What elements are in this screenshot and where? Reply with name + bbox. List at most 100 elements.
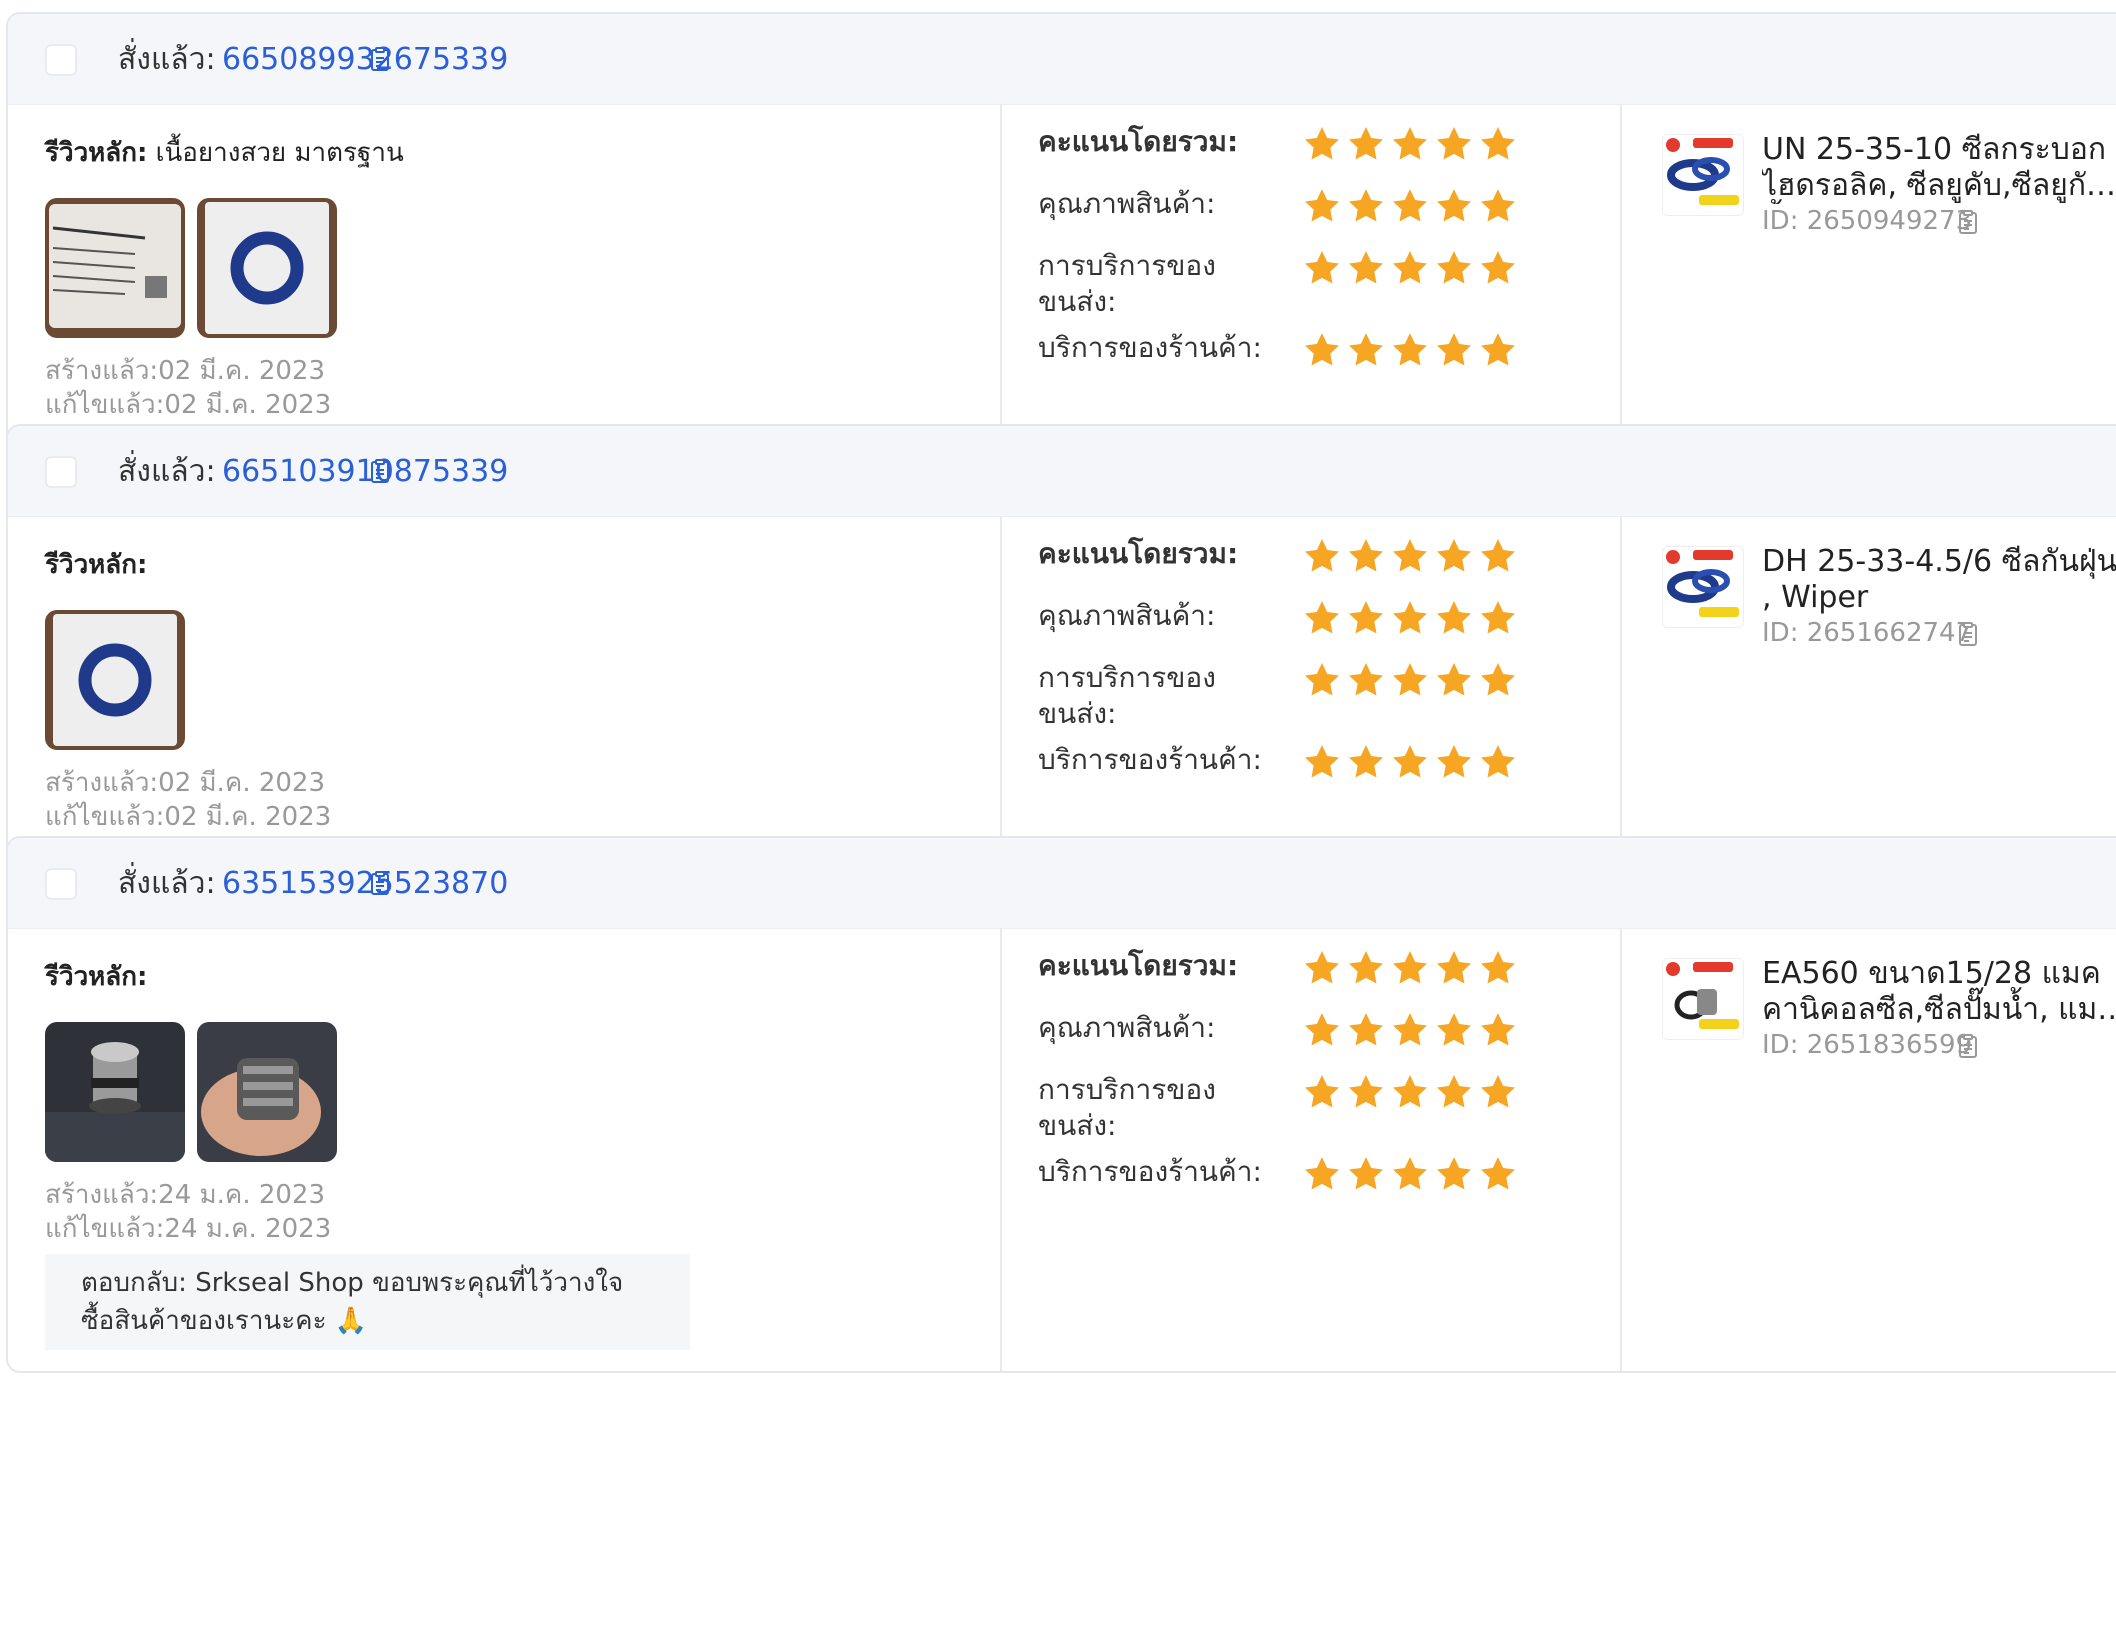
- star-glyph: [1434, 330, 1474, 370]
- star-glyph: [1434, 186, 1474, 226]
- star-rating: [1302, 742, 1518, 782]
- card-header: สั่งแล้ว: 665089932675339: [8, 14, 2116, 105]
- star-icon: [1478, 248, 1518, 288]
- select-checkbox[interactable]: [45, 456, 77, 488]
- product-image[interactable]: [1662, 134, 1744, 216]
- star-icon: [1302, 536, 1342, 576]
- order-label: สั่งแล้ว:: [118, 42, 216, 77]
- star-icon: [1390, 1072, 1430, 1112]
- rating-label: คะแนนโดยรวม:: [1038, 949, 1239, 982]
- star-glyph: [1390, 248, 1430, 288]
- review-image-thumbnail[interactable]: [45, 198, 185, 338]
- review-images: [45, 198, 337, 338]
- star-icon: [1434, 948, 1474, 988]
- star-icon: [1434, 1154, 1474, 1194]
- product-column: EA560 ขนาด15/28 แมคคานิคอลซีล,ซีลปั๊มน้ำ…: [1620, 928, 2116, 1371]
- star-glyph: [1478, 124, 1518, 164]
- star-glyph: [1346, 248, 1386, 288]
- star-glyph: [1390, 1154, 1430, 1194]
- star-glyph: [1346, 1072, 1386, 1112]
- star-rating: [1302, 598, 1518, 638]
- star-rating: [1302, 186, 1518, 226]
- star-icon: [1390, 248, 1430, 288]
- product-id: ID: 2651662747: [1762, 618, 1973, 648]
- star-icon: [1302, 330, 1342, 370]
- copy-product-id-icon[interactable]: [1958, 622, 1980, 648]
- edited-date: แก้ไขแล้ว:02 มี.ค. 2023: [45, 390, 332, 420]
- copy-order-id-icon[interactable]: [370, 871, 396, 901]
- star-icon: [1302, 948, 1342, 988]
- star-icon: [1346, 330, 1386, 370]
- star-icon: [1346, 536, 1386, 576]
- star-glyph: [1302, 124, 1342, 164]
- rating-label: บริการของร้านค้า:: [1038, 743, 1262, 776]
- select-checkbox[interactable]: [45, 868, 77, 900]
- star-glyph: [1346, 1010, 1386, 1050]
- star-glyph: [1478, 248, 1518, 288]
- star-glyph: [1390, 660, 1430, 700]
- select-checkbox[interactable]: [45, 44, 77, 76]
- star-glyph: [1346, 186, 1386, 226]
- copy-icon: [1958, 1034, 1980, 1060]
- star-glyph: [1346, 124, 1386, 164]
- review-image-thumbnail[interactable]: [45, 610, 185, 750]
- star-glyph: [1346, 660, 1386, 700]
- created-date: สร้างแล้ว:24 ม.ค. 2023: [45, 1180, 326, 1210]
- star-icon: [1390, 1010, 1430, 1050]
- star-icon: [1478, 1154, 1518, 1194]
- star-glyph: [1434, 598, 1474, 638]
- order-id-link[interactable]: 635153925523870: [222, 864, 508, 904]
- star-glyph: [1346, 598, 1386, 638]
- star-rating: [1302, 1154, 1518, 1194]
- star-icon: [1478, 536, 1518, 576]
- star-glyph: [1302, 742, 1342, 782]
- product-name-link[interactable]: EA560 ขนาด15/28 แมคคานิคอลซีล,ซีลปั๊มน้ำ…: [1762, 956, 2116, 1028]
- star-glyph: [1434, 536, 1474, 576]
- star-glyph: [1434, 660, 1474, 700]
- copy-order-id-icon[interactable]: [370, 47, 396, 77]
- review-column: รีวิวหลัก: สร้างแล้ว:24 ม.ค. 2023 แก้ไขแล้…: [8, 928, 1000, 1371]
- star-icon: [1390, 742, 1430, 782]
- star-glyph: [1478, 186, 1518, 226]
- product-name-link[interactable]: DH 25-33-4.5/6 ซีลกันฝุ่น , Wiper: [1762, 544, 2116, 616]
- star-rating: [1302, 948, 1518, 988]
- rating-label: การบริการของขนส่ง:: [1038, 661, 1216, 730]
- star-glyph: [1390, 1010, 1430, 1050]
- review-image-thumbnail[interactable]: [197, 198, 337, 338]
- product-name-link[interactable]: UN 25-35-10 ซีลกระบอกไฮดรอลิค, ซีลยูคับ,…: [1762, 132, 2116, 204]
- star-glyph: [1478, 742, 1518, 782]
- star-glyph: [1390, 598, 1430, 638]
- star-glyph: [1478, 330, 1518, 370]
- rating-label: บริการของร้านค้า:: [1038, 1155, 1262, 1188]
- star-icon: [1302, 248, 1342, 288]
- copy-product-id-icon[interactable]: [1958, 1034, 1980, 1060]
- star-icon: [1302, 1072, 1342, 1112]
- star-glyph: [1346, 536, 1386, 576]
- review-images: [45, 1022, 337, 1162]
- star-icon: [1390, 124, 1430, 164]
- star-icon: [1434, 742, 1474, 782]
- star-glyph: [1434, 1154, 1474, 1194]
- order-label: สั่งแล้ว:: [118, 866, 216, 901]
- review-image-thumbnail[interactable]: [197, 1022, 337, 1162]
- star-glyph: [1346, 1154, 1386, 1194]
- star-glyph: [1302, 536, 1342, 576]
- star-icon: [1434, 330, 1474, 370]
- order-id-link[interactable]: 665089932675339: [222, 40, 508, 80]
- main-review: รีวิวหลัก:: [45, 548, 147, 582]
- star-glyph: [1478, 948, 1518, 988]
- main-review: รีวิวหลัก: เนื้อยางสวย มาตรฐาน: [45, 136, 404, 170]
- star-rating: [1302, 1010, 1518, 1050]
- product-image[interactable]: [1662, 546, 1744, 628]
- star-icon: [1390, 536, 1430, 576]
- review-image-thumbnail[interactable]: [45, 1022, 185, 1162]
- product-image[interactable]: [1662, 958, 1744, 1040]
- copy-product-id-icon[interactable]: [1958, 210, 1980, 236]
- rating-label: การบริการของขนส่ง:: [1038, 249, 1216, 318]
- copy-icon: [370, 459, 392, 485]
- copy-order-id-icon[interactable]: [370, 459, 396, 489]
- created-date: สร้างแล้ว:02 มี.ค. 2023: [45, 356, 326, 386]
- card-header: สั่งแล้ว: 665103910875339: [8, 426, 2116, 517]
- order-id-link[interactable]: 665103910875339: [222, 452, 508, 492]
- star-glyph: [1390, 1072, 1430, 1112]
